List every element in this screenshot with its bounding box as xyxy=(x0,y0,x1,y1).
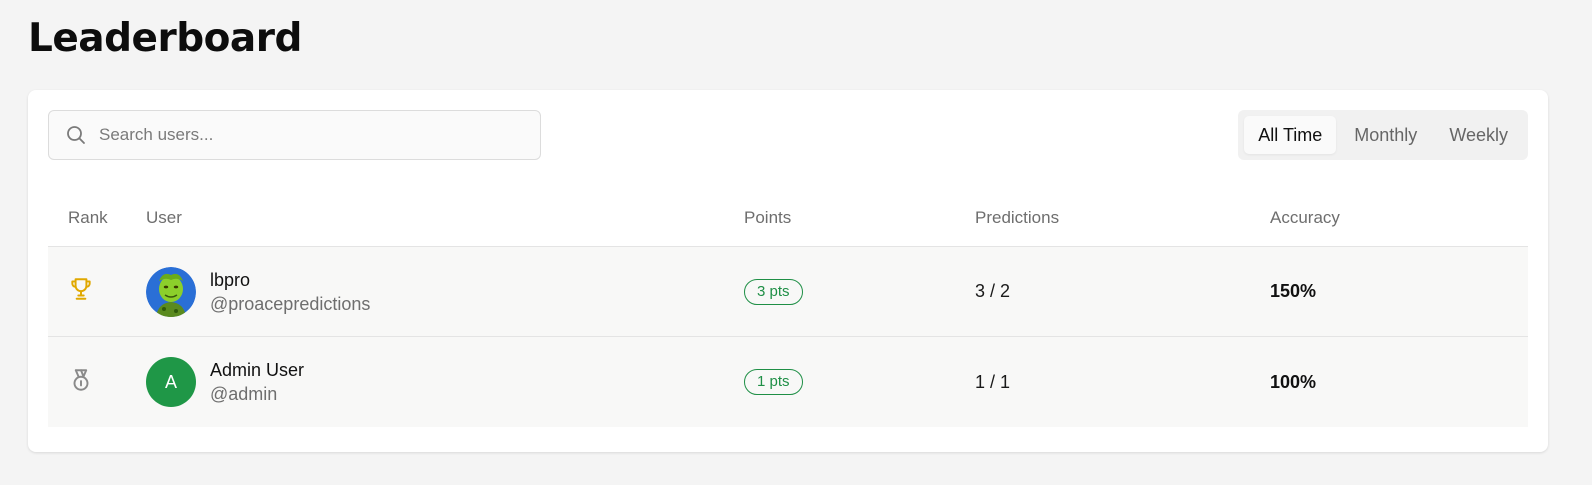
medal-icon xyxy=(68,368,94,397)
points-badge: 1 pts xyxy=(744,369,803,395)
search-icon xyxy=(65,124,87,146)
user-handle: @admin xyxy=(210,384,278,404)
user-info: Admin User @admin xyxy=(210,358,304,406)
user-name[interactable]: Admin User xyxy=(210,358,304,382)
table-row[interactable]: lbpro @proacepredictions 3 pts 3 / 2 150… xyxy=(48,247,1528,337)
user-cell: A Admin User @admin xyxy=(146,357,744,407)
table-row[interactable]: A Admin User @admin 1 pts 1 / 1 100% xyxy=(48,337,1528,427)
accuracy-cell: 150% xyxy=(1270,281,1528,302)
trophy-icon xyxy=(68,278,94,306)
predictions-cell: 3 / 2 xyxy=(975,281,1270,302)
rank-cell xyxy=(48,276,146,307)
points-cell: 3 pts xyxy=(744,278,975,305)
accuracy-value: 100% xyxy=(1270,371,1317,392)
predictions-value: 3 / 2 xyxy=(975,281,1011,301)
accuracy-cell: 100% xyxy=(1270,372,1528,393)
tab-monthly[interactable]: Monthly xyxy=(1340,116,1431,154)
predictions-cell: 1 / 1 xyxy=(975,372,1270,393)
period-toggle: All Time Monthly Weekly xyxy=(1238,110,1528,160)
search-input[interactable] xyxy=(99,125,499,145)
rank-cell xyxy=(48,367,146,398)
leaderboard-page: Leaderboard All Time Monthly Weekly Rank… xyxy=(0,0,1592,485)
user-info: lbpro @proacepredictions xyxy=(210,268,370,316)
leaderboard-table: Rank User Points Predictions Accuracy lb… xyxy=(48,190,1528,427)
header-points[interactable]: Points xyxy=(744,208,975,228)
user-handle: @proacepredictions xyxy=(210,293,371,314)
avatar[interactable] xyxy=(146,266,196,317)
tab-weekly[interactable]: Weekly xyxy=(1435,116,1522,154)
header-accuracy[interactable]: Accuracy xyxy=(1270,208,1528,228)
points-badge: 3 pts xyxy=(744,278,803,305)
user-name[interactable]: lbpro xyxy=(210,268,370,292)
header-predictions[interactable]: Predictions xyxy=(975,208,1270,228)
accuracy-value: 150% xyxy=(1270,281,1317,301)
page-title: Leaderboard xyxy=(28,16,302,61)
header-rank[interactable]: Rank xyxy=(48,208,146,228)
points-cell: 1 pts xyxy=(744,369,975,395)
predictions-value: 1 / 1 xyxy=(975,371,1011,392)
tab-all-time[interactable]: All Time xyxy=(1244,116,1337,154)
avatar[interactable]: A xyxy=(146,357,196,407)
leaderboard-card: All Time Monthly Weekly Rank User Points… xyxy=(28,90,1548,452)
user-cell: lbpro @proacepredictions xyxy=(146,266,744,317)
search-box[interactable] xyxy=(48,110,541,160)
table-header: Rank User Points Predictions Accuracy xyxy=(48,190,1528,247)
header-user[interactable]: User xyxy=(146,208,744,228)
